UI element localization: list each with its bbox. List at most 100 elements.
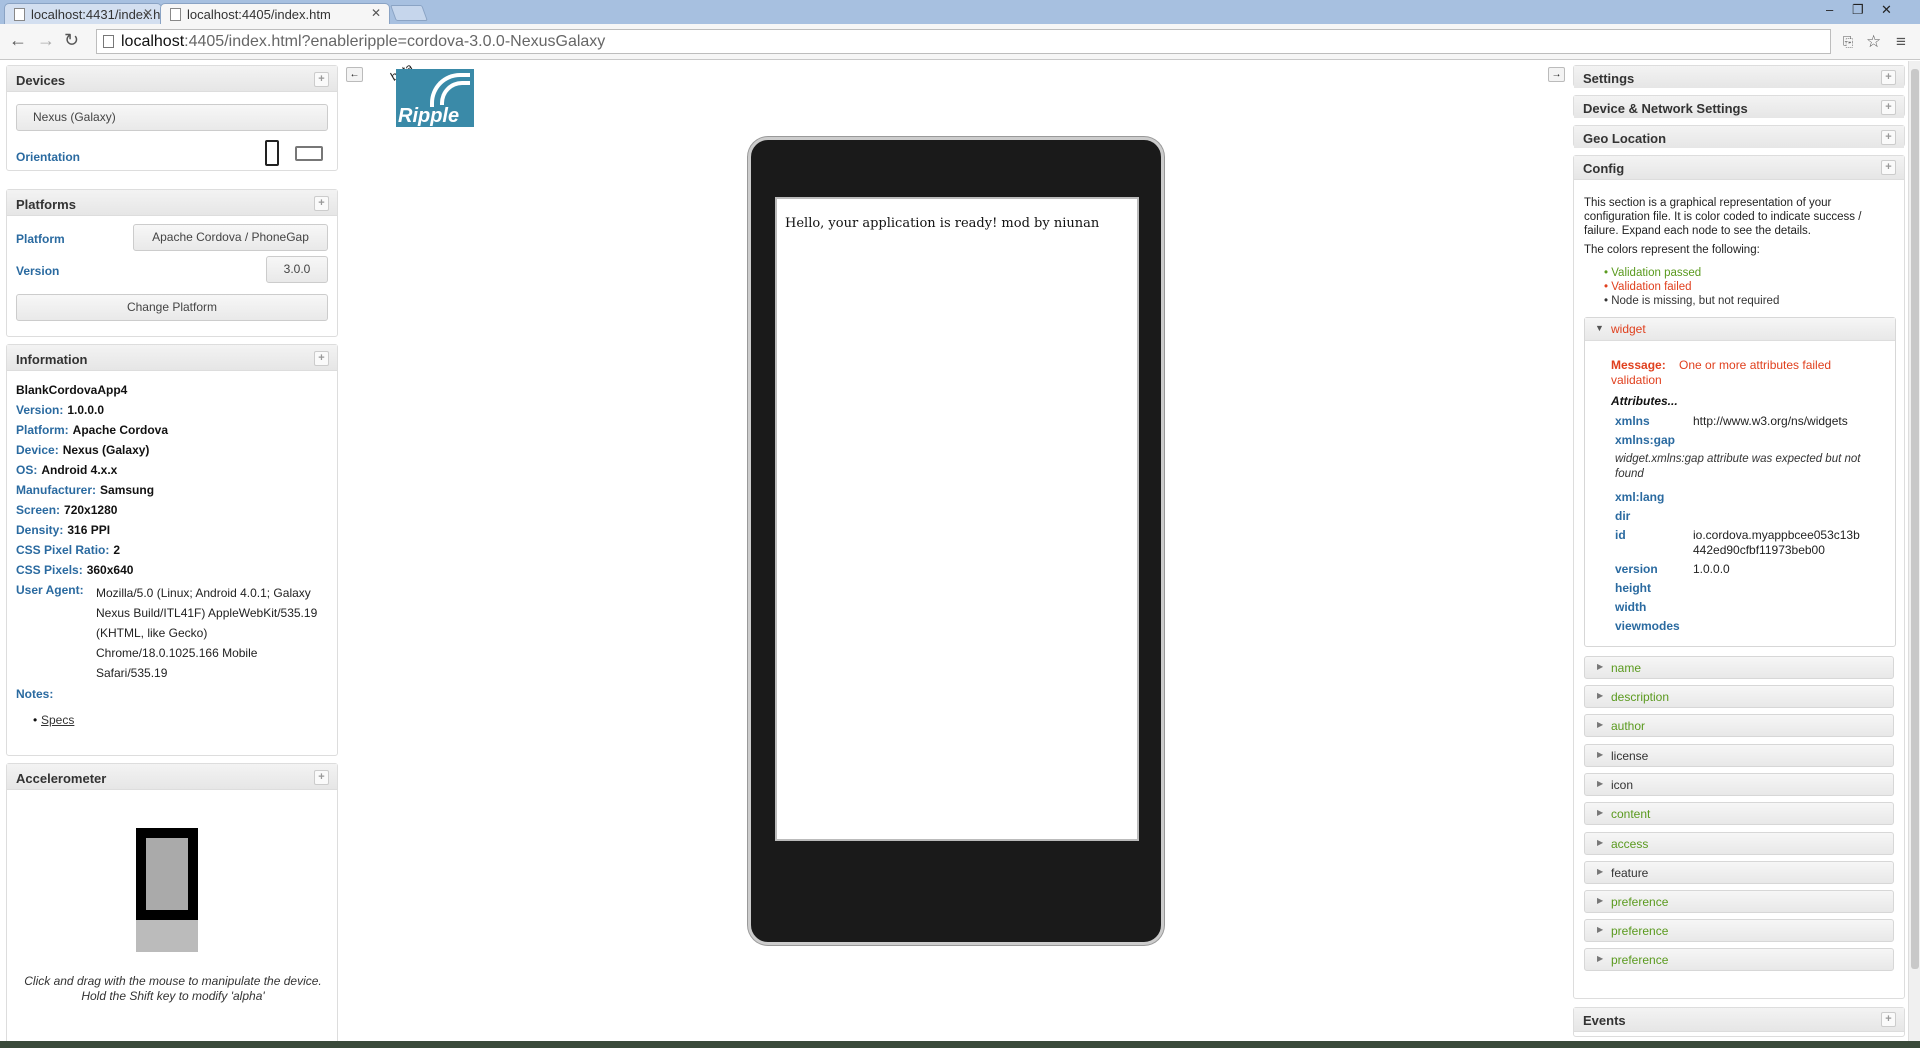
- tab-strip: localhost:4431/index.htm ✕ localhost:440…: [0, 0, 1920, 25]
- specs-item: • Specs: [33, 713, 75, 727]
- accelerometer-device-model[interactable]: [136, 828, 198, 952]
- tab-localhost-4405[interactable]: localhost:4405/index.htm ✕: [160, 3, 390, 25]
- legend-failed: • Validation failed: [1604, 281, 1692, 293]
- landscape-icon[interactable]: [295, 146, 323, 161]
- forward-icon[interactable]: →: [37, 30, 55, 51]
- expand-icon[interactable]: +: [1881, 70, 1896, 85]
- logo-text: Ripple: [398, 105, 460, 127]
- info-version: Version: 1.0.0.0: [16, 403, 105, 417]
- close-tab-icon[interactable]: ✕: [371, 6, 381, 20]
- events-panel: Events +: [1573, 1007, 1905, 1037]
- config-node-preference[interactable]: ▶ preference: [1584, 948, 1894, 971]
- config-node-feature[interactable]: ▶ feature: [1584, 861, 1894, 884]
- expand-icon[interactable]: +: [314, 770, 329, 785]
- attr-dir: dir: [1615, 509, 1631, 523]
- device-select[interactable]: Nexus (Galaxy): [16, 104, 328, 131]
- caret-right-icon: ▶: [1597, 662, 1604, 671]
- information-header[interactable]: Information +: [7, 345, 337, 371]
- caret-right-icon: ▶: [1597, 750, 1604, 759]
- url-host: localhost: [121, 33, 185, 50]
- url-rest: :4405/index.html?enableripple=cordova-3.…: [184, 33, 606, 50]
- config-node-license[interactable]: ▶ license: [1584, 744, 1894, 767]
- back-icon[interactable]: ←: [9, 30, 27, 51]
- new-tab-button[interactable]: [390, 5, 428, 21]
- tab-localhost-4431[interactable]: localhost:4431/index.htm ✕: [4, 3, 162, 25]
- close-tab-icon[interactable]: ✕: [143, 6, 153, 20]
- minimize-icon[interactable]: –: [1826, 2, 1833, 17]
- config-node-preference[interactable]: ▶ preference: [1584, 919, 1894, 942]
- page-viewport: Devices + Nexus (Galaxy) Orientation Pla…: [0, 61, 1920, 1041]
- caret-right-icon: ▶: [1597, 720, 1604, 729]
- attr-viewmodes: viewmodes: [1615, 619, 1680, 633]
- portrait-icon[interactable]: [265, 140, 279, 166]
- translate-icon[interactable]: ⎘: [1843, 34, 1853, 50]
- attr-xmlns-value: http://www.w3.org/ns/widgets: [1693, 414, 1848, 428]
- panel-title: Information: [16, 352, 88, 367]
- expand-icon[interactable]: +: [1881, 160, 1896, 175]
- scrollbar-thumb[interactable]: [1911, 69, 1919, 969]
- config-panel: Config + This section is a graphical rep…: [1573, 155, 1905, 999]
- platform-label: Platform: [16, 232, 65, 246]
- expand-icon[interactable]: +: [314, 351, 329, 366]
- widget-node: ▼ widget Message: One or more attributes…: [1584, 317, 1896, 647]
- caret-right-icon: ▶: [1597, 867, 1604, 876]
- platforms-panel: Platforms + Platform Apache Cordova / Ph…: [6, 189, 338, 337]
- close-window-icon[interactable]: ✕: [1881, 2, 1892, 18]
- settings-header[interactable]: Settings +: [1574, 66, 1904, 88]
- address-bar[interactable]: localhost:4405/index.html?enableripple=c…: [96, 29, 1831, 54]
- change-platform-button[interactable]: Change Platform: [16, 294, 328, 321]
- events-header[interactable]: Events +: [1574, 1008, 1904, 1032]
- specs-link[interactable]: Specs: [41, 713, 74, 727]
- page-scrollbar[interactable]: [1908, 61, 1920, 1041]
- config-node-access[interactable]: ▶ access: [1584, 832, 1894, 855]
- devices-panel: Devices + Nexus (Galaxy) Orientation: [6, 65, 338, 171]
- geo-location-panel: Geo Location +: [1573, 125, 1905, 148]
- attr-xmlns: xmlns: [1615, 414, 1650, 428]
- accelerometer-panel: Accelerometer + Click and drag with the …: [6, 763, 338, 1041]
- info-notes: Notes:: [16, 687, 54, 701]
- geo-location-header[interactable]: Geo Location +: [1574, 126, 1904, 148]
- ripple-logo: beta Ripple: [388, 61, 474, 129]
- version-select[interactable]: 3.0.0: [266, 256, 328, 283]
- restore-icon[interactable]: ❐: [1852, 2, 1864, 18]
- attr-width: width: [1615, 600, 1647, 614]
- caret-right-icon: ▶: [1597, 954, 1604, 963]
- config-node-icon[interactable]: ▶ icon: [1584, 773, 1894, 796]
- bookmark-star-icon[interactable]: ☆: [1866, 32, 1881, 52]
- config-node-content[interactable]: ▶ content: [1584, 802, 1894, 825]
- config-header[interactable]: Config +: [1574, 156, 1904, 180]
- tab-title: localhost:4405/index.htm: [187, 7, 331, 22]
- device-screen[interactable]: Hello, your application is ready! mod by…: [775, 197, 1139, 841]
- menu-icon[interactable]: ≡: [1896, 32, 1906, 52]
- collapse-right-icon[interactable]: →: [1548, 67, 1565, 82]
- config-description: This section is a graphical representati…: [1584, 197, 1862, 237]
- widget-node-header[interactable]: ▼ widget: [1585, 318, 1895, 341]
- config-node-preference[interactable]: ▶ preference: [1584, 890, 1894, 913]
- accelerometer-hint: Click and drag with the mouse to manipul…: [24, 974, 322, 1003]
- panel-title: Accelerometer: [16, 771, 107, 786]
- expand-icon[interactable]: +: [1881, 1012, 1896, 1027]
- expand-icon[interactable]: +: [314, 72, 329, 87]
- config-node-name[interactable]: ▶ name: [1584, 656, 1894, 679]
- devices-header[interactable]: Devices +: [7, 66, 337, 92]
- page-icon: [103, 35, 114, 48]
- accelerometer-header[interactable]: Accelerometer +: [7, 764, 337, 790]
- config-node-author[interactable]: ▶ author: [1584, 714, 1894, 737]
- expand-icon[interactable]: +: [314, 196, 329, 211]
- panel-title: Platforms: [16, 197, 76, 212]
- reload-icon[interactable]: ↻: [64, 30, 79, 51]
- info-platform: Platform: Apache Cordova: [16, 423, 169, 437]
- platform-select[interactable]: Apache Cordova / PhoneGap: [133, 224, 328, 251]
- page-icon: [14, 8, 25, 21]
- device-network-header[interactable]: Device & Network Settings +: [1574, 96, 1904, 118]
- expand-icon[interactable]: +: [1881, 100, 1896, 115]
- config-node-description[interactable]: ▶ description: [1584, 685, 1894, 708]
- collapse-left-icon[interactable]: ←: [346, 67, 363, 82]
- expand-icon[interactable]: +: [1881, 130, 1896, 145]
- platforms-header[interactable]: Platforms +: [7, 190, 337, 216]
- caret-down-icon: ▼: [1595, 323, 1604, 333]
- panel-title: Devices: [16, 73, 66, 88]
- info-os: OS: Android 4.x.x: [16, 463, 118, 477]
- info-screen: Screen: 720x1280: [16, 503, 118, 517]
- version-label: Version: [16, 264, 60, 278]
